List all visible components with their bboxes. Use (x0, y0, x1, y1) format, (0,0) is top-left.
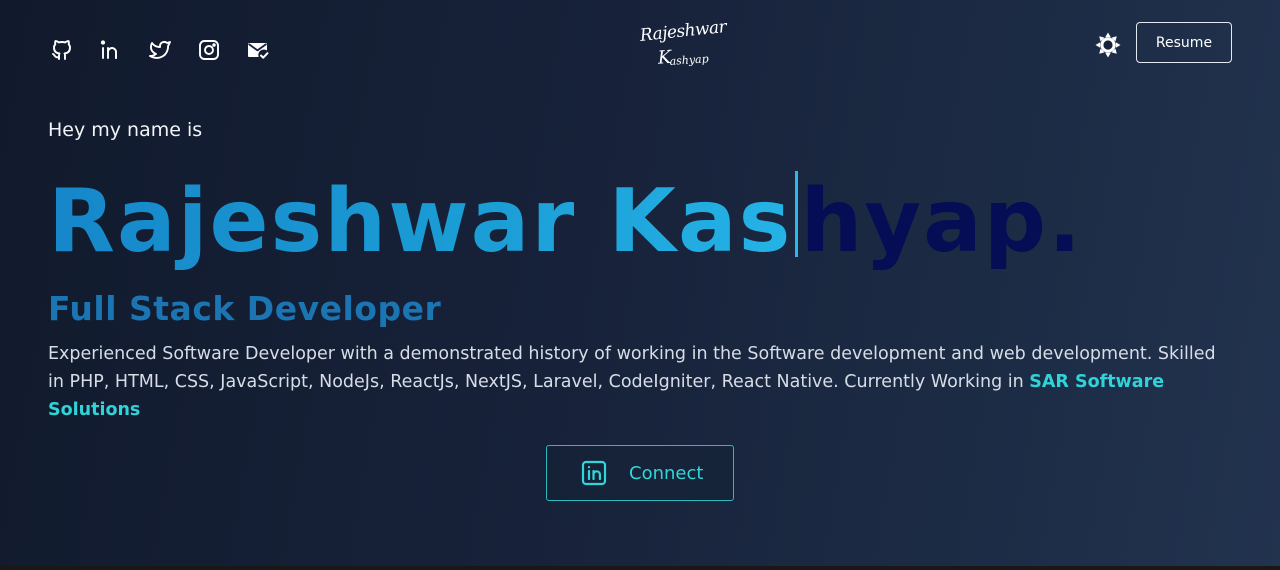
hero-name-untyped: hyap. (800, 170, 1084, 272)
logo-last-name-rest: ashyap (669, 52, 710, 68)
bottom-border (0, 566, 1280, 570)
job-title: Full Stack Developer (48, 289, 442, 328)
github-link[interactable] (48, 36, 76, 64)
email-link[interactable] (244, 36, 272, 64)
linkedin-link[interactable] (97, 36, 125, 64)
logo-last-name-initial: K (657, 46, 673, 69)
resume-button[interactable]: Resume (1136, 22, 1232, 63)
mail-check-icon (248, 43, 269, 59)
logo[interactable]: Rajeshwar Kashyap (636, 17, 728, 74)
sun-icon (1095, 32, 1121, 58)
logo-first-name: Rajeshwar (638, 16, 728, 46)
instagram-icon (199, 40, 219, 60)
typing-caret (795, 171, 799, 257)
social-links (48, 36, 272, 64)
instagram-link[interactable] (195, 36, 223, 64)
greeting-text: Hey my name is (48, 119, 203, 141)
hero-name-typed: Rajeshwar Kas (48, 170, 793, 272)
twitter-icon (149, 40, 171, 59)
twitter-link[interactable] (146, 36, 174, 64)
linkedin-icon (581, 460, 607, 486)
linkedin-icon (100, 40, 117, 59)
connect-button[interactable]: Connect (546, 445, 734, 501)
connect-label: Connect (629, 462, 704, 484)
navbar: Rajeshwar Kashyap Resume (0, 0, 1280, 100)
github-icon (52, 40, 71, 60)
bio-paragraph: Experienced Software Developer with a de… (48, 340, 1218, 424)
logo-last-name: Kashyap (657, 46, 709, 70)
theme-toggle[interactable] (1094, 31, 1122, 59)
hero-name: Rajeshwar Kashyap. (48, 166, 1083, 276)
